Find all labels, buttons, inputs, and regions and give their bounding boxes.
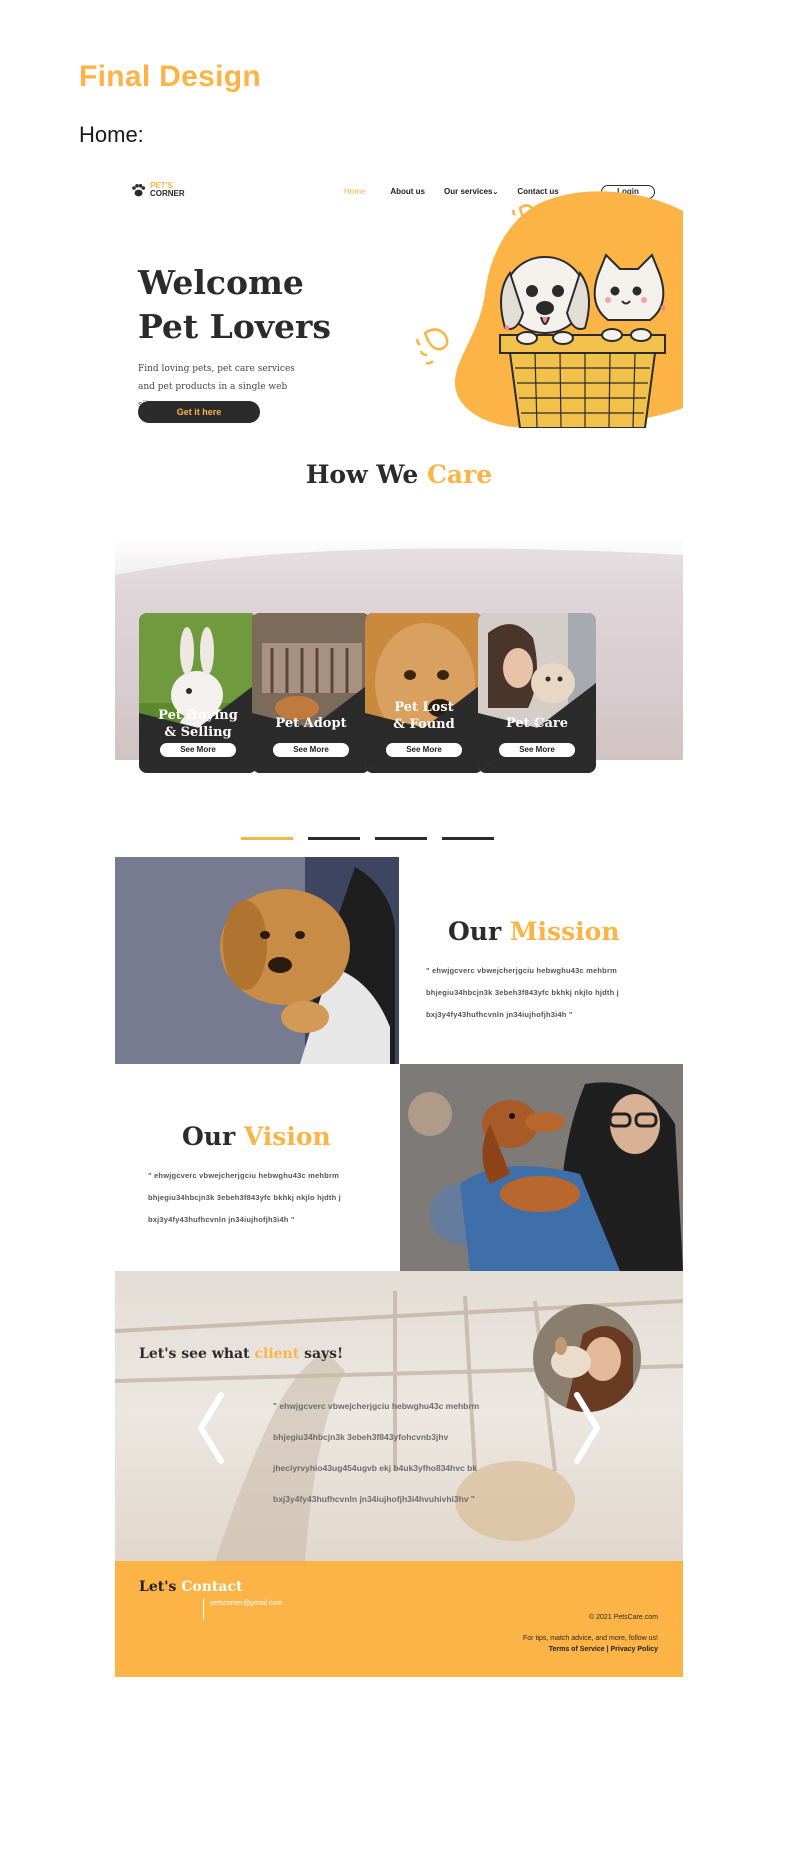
privacy-link[interactable]: Privacy Policy bbox=[611, 1646, 658, 1653]
hero-title-line2: Pet Lovers bbox=[138, 307, 332, 346]
testimonial-line3: jheciyrvyhio43ug454ugvb ekj b4uk3yfho834… bbox=[273, 1463, 478, 1473]
brand-logo[interactable]: PET'S CORNER bbox=[131, 182, 185, 198]
terms-link[interactable]: Terms of Service bbox=[549, 1646, 605, 1653]
card-label-lost-found: Pet Lost & Found bbox=[365, 699, 483, 733]
service-card-adopt[interactable]: Pet Adopt See More bbox=[252, 613, 370, 773]
mission-title: Our Mission bbox=[448, 917, 620, 946]
mission-title-accent: Mission bbox=[509, 917, 620, 946]
contact-title-plain: Let's bbox=[139, 1579, 182, 1595]
card-label-lost-found-line2: & Found bbox=[393, 717, 455, 732]
testimonial-line4: bxj3y4fy43hufhcvnln jn34iujhofjh3i4hvuhi… bbox=[273, 1494, 475, 1504]
doc-heading: Final Design bbox=[79, 60, 261, 93]
legal-links: Terms of Service | Privacy Policy bbox=[549, 1646, 658, 1653]
mission-text-line2: bhjegiu34hbcjn3k 3ebeh3f843yfc bkhkj nkj… bbox=[426, 988, 619, 997]
chevron-left-icon[interactable] bbox=[195, 1391, 225, 1465]
card-label-lost-found-line1: Pet Lost bbox=[394, 700, 454, 715]
man-hugging-dog-image bbox=[115, 857, 399, 1064]
service-card-lost-found[interactable]: Pet Lost & Found See More bbox=[365, 613, 483, 773]
slider-dot-1[interactable] bbox=[241, 837, 293, 840]
logo-wordmark-bottom: CORNER bbox=[150, 189, 185, 198]
vision-text-line2: bhjegiu34hbcjn3k 3ebeh3f843yfc bkhkj nkj… bbox=[148, 1193, 341, 1202]
service-card-buying[interactable]: Pet Buying & Selling See More bbox=[139, 613, 257, 773]
card-label-buying: Pet Buying & Selling bbox=[139, 707, 257, 741]
see-more-button-care[interactable]: See More bbox=[499, 743, 575, 757]
see-more-button-lost-found[interactable]: See More bbox=[386, 743, 462, 757]
card-label-buying-line1: Pet Buying bbox=[158, 708, 238, 723]
paw-icon bbox=[132, 183, 146, 196]
card-label-care-line1: Pet Care bbox=[505, 716, 569, 731]
testimonial-section: Let's see what client says! " ehwjgcverc… bbox=[115, 1271, 683, 1561]
basket bbox=[499, 334, 666, 428]
contact-footer: Let's Contact petscorner@gmail.com © 202… bbox=[115, 1561, 683, 1677]
service-card-care[interactable]: Pet Care See More bbox=[478, 613, 596, 773]
testimonial-title-accent: client bbox=[254, 1346, 300, 1362]
contact-email-link[interactable]: petscorner@gmail.com bbox=[210, 1600, 282, 1607]
testimonial-line1: " ehwjgcverc vbwejcherjgciu hebwghu43c m… bbox=[273, 1401, 480, 1411]
vision-text-line1: " ehwjgcverc vbwejcherjgciu hebwghu43c m… bbox=[148, 1171, 339, 1180]
doc-section-label: Home: bbox=[79, 122, 144, 147]
contact-title: Let's Contact bbox=[139, 1579, 242, 1595]
card-label-care: Pet Care bbox=[478, 715, 596, 732]
contact-divider bbox=[203, 1598, 204, 1620]
see-more-button-buying[interactable]: See More bbox=[160, 743, 236, 757]
woman-with-dachshund-image bbox=[400, 1064, 683, 1271]
care-title-accent: Care bbox=[426, 460, 493, 489]
testimonial-title-plain2: says! bbox=[299, 1346, 344, 1362]
testimonial-quote: " ehwjgcverc vbwejcherjgciu hebwghu43c m… bbox=[273, 1391, 553, 1515]
mission-text-line1: " ehwjgcverc vbwejcherjgciu hebwghu43c m… bbox=[426, 966, 617, 975]
mission-text: " ehwjgcverc vbwejcherjgciu hebwghu43c m… bbox=[426, 960, 662, 1026]
contact-title-accent: Contact bbox=[181, 1579, 243, 1595]
vision-photo bbox=[400, 1064, 683, 1271]
vision-title-accent: Vision bbox=[243, 1122, 331, 1151]
hero-desc-line1: Find loving pets, pet care services bbox=[138, 364, 295, 374]
card-label-adopt-line1: Pet Adopt bbox=[275, 716, 347, 731]
vision-text-line3: bxj3y4fy43hufhcvnln jn34iujhofjh3i4h " bbox=[148, 1215, 295, 1224]
follow-us-text: For tips, match advice, and more, follow… bbox=[523, 1635, 658, 1642]
testimonial-line2: bhjegiu34hbcjn3k 3ebeh3f843yfohcvnb3jhv bbox=[273, 1432, 449, 1442]
vision-title-plain: Our bbox=[182, 1122, 244, 1151]
mission-text-line3: bxj3y4fy43hufhcvnln jn34iujhofjh3i4h " bbox=[426, 1010, 573, 1019]
vision-title: Our Vision bbox=[182, 1122, 331, 1151]
mission-title-plain: Our bbox=[448, 917, 510, 946]
slider-dot-4[interactable] bbox=[442, 837, 494, 840]
chevron-right-icon[interactable] bbox=[573, 1391, 603, 1465]
testimonial-title: Let's see what client says! bbox=[139, 1346, 343, 1362]
card-label-adopt: Pet Adopt bbox=[252, 715, 370, 732]
vision-text: " ehwjgcverc vbwejcherjgciu hebwghu43c m… bbox=[148, 1165, 384, 1231]
copyright-text: © 2021 PetsCare.com bbox=[589, 1614, 658, 1621]
hero-title-line1: Welcome bbox=[138, 263, 304, 302]
card-label-buying-line2: & Selling bbox=[164, 725, 232, 740]
hero-title: Welcome Pet Lovers bbox=[138, 261, 331, 349]
see-more-button-adopt[interactable]: See More bbox=[273, 743, 349, 757]
get-it-here-button[interactable]: Get it here bbox=[138, 401, 260, 423]
home-page-mockup: PET'S CORNER Home About us Our services⌄… bbox=[115, 168, 683, 1677]
slider-dot-3[interactable] bbox=[375, 837, 427, 840]
testimonial-title-plain1: Let's see what bbox=[139, 1346, 255, 1362]
how-we-care-title: How We Care bbox=[115, 460, 683, 489]
slider-dot-2[interactable] bbox=[308, 837, 360, 840]
hero-illustration bbox=[416, 191, 683, 428]
mission-photo bbox=[115, 857, 399, 1064]
care-title-plain: How We bbox=[305, 460, 427, 489]
